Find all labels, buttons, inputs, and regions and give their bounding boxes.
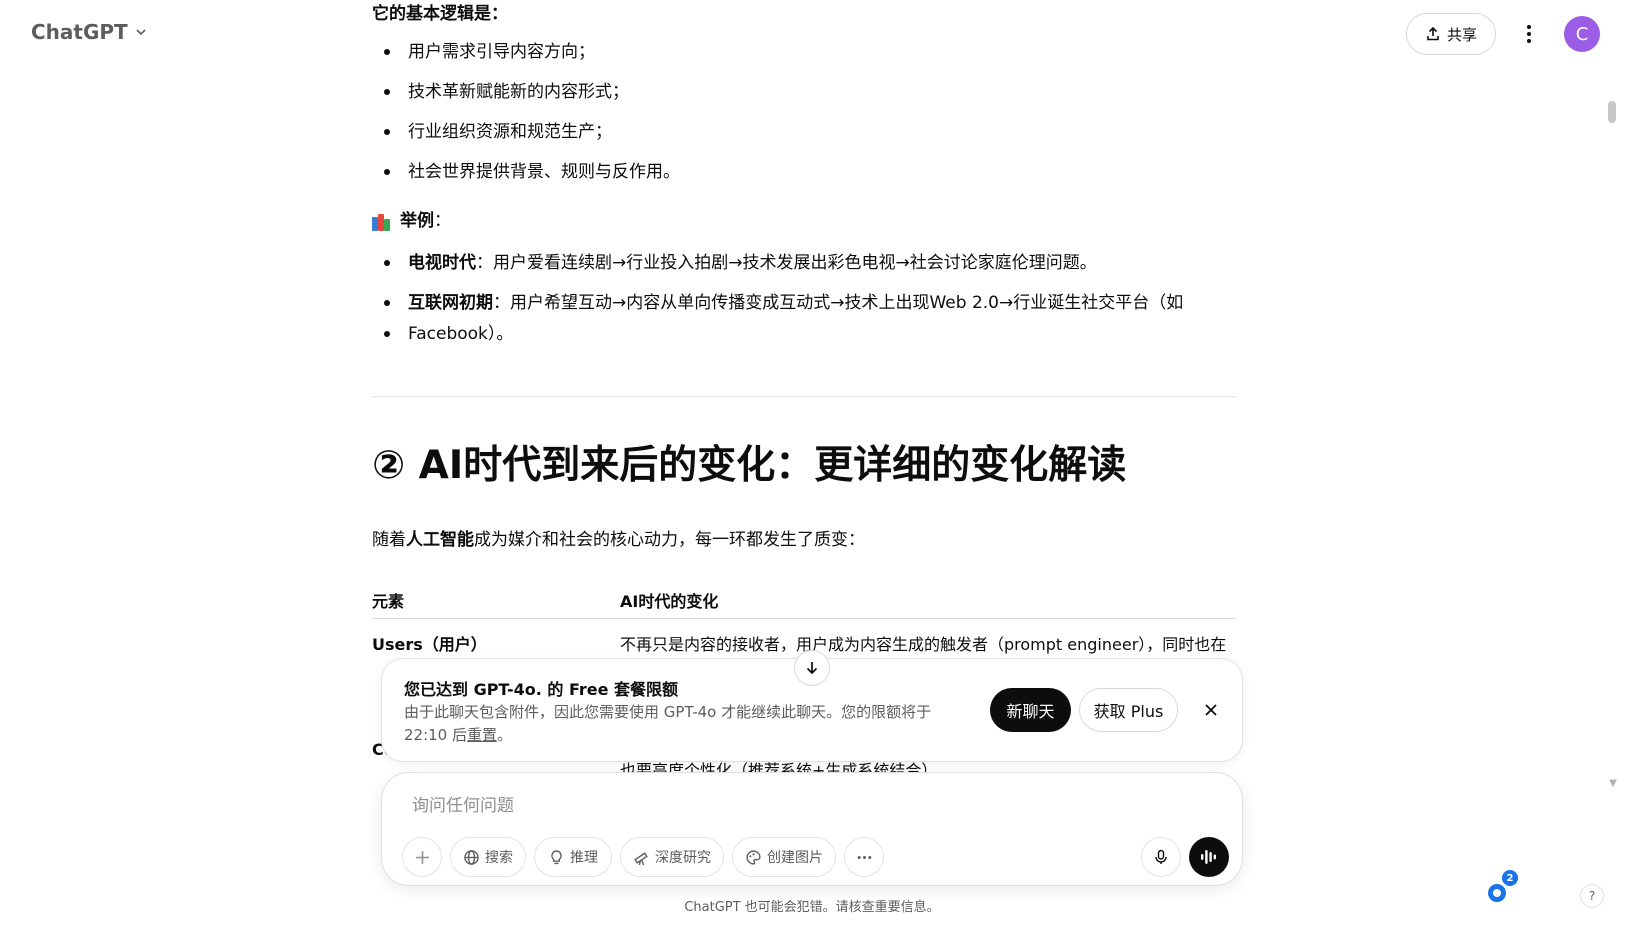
lightbulb-icon: [551, 849, 562, 864]
new-chat-button[interactable]: 新聊天: [990, 688, 1071, 732]
intro-bold: 人工智能: [406, 530, 474, 550]
avatar[interactable]: C: [1564, 16, 1600, 52]
help-button[interactable]: ?: [1580, 884, 1604, 908]
intro-paragraph: 随着人工智能成为媒介和社会的核心动力，每一环都发生了质变：: [372, 524, 865, 556]
close-banner-button[interactable]: [1199, 698, 1223, 722]
telescope-icon: [634, 851, 648, 865]
disclaimer: ChatGPT 也可能会犯错。请核查重要信息。: [684, 900, 940, 915]
globe-icon: [464, 849, 479, 865]
chevron-down-icon: [136, 29, 146, 36]
scroll-arrow-down-icon[interactable]: ▼: [1606, 778, 1620, 792]
composer: 搜索 推理 深度研究 创建图片: [381, 772, 1243, 886]
search-tool-button[interactable]: 搜索: [450, 837, 526, 877]
table-header-change: AI时代的变化: [620, 592, 719, 611]
close-icon: [1205, 704, 1217, 716]
list-item: 行业组织资源和规范生产；: [372, 116, 1236, 148]
example-text: ：用户爱看连续剧→行业投入拍剧→技术发展出彩色电视→社会讨论家庭伦理问题。: [476, 253, 1097, 273]
section-title: ② AI时代到来后的变化：更详细的变化解读: [372, 443, 1127, 488]
more-horizontal-icon: [857, 855, 871, 859]
list-item-continued: Facebook）。: [372, 318, 1236, 350]
list-item: 技术革新赋能新的内容形式；: [372, 76, 1236, 108]
limit-title: 您已达到 GPT-4o. 的 Free 套餐限额: [404, 680, 679, 699]
intro-post: 成为媒介和社会的核心动力，每一环都发生了质变：: [474, 530, 865, 550]
example-bold: 互联网初期: [408, 293, 493, 313]
scroll-to-bottom-button[interactable]: [794, 650, 830, 686]
share-label: 共享: [1446, 25, 1477, 44]
create-image-label: 创建图片: [767, 850, 823, 866]
share-icon: [1427, 26, 1439, 41]
voice-mode-button[interactable]: [1189, 837, 1229, 877]
divider: [372, 396, 1236, 397]
table-divider: [372, 618, 1236, 619]
palette-icon: [746, 849, 761, 865]
plus-icon: [415, 850, 429, 864]
list-item: 社会世界提供背景、规则与反作用。: [372, 156, 1236, 188]
example-bold: 电视时代: [408, 253, 476, 273]
more-tools-button[interactable]: [844, 837, 884, 877]
attach-button[interactable]: [402, 837, 442, 877]
deep-research-label: 深度研究: [655, 850, 711, 866]
example-text-2: Facebook）。: [408, 324, 514, 344]
get-plus-button[interactable]: 获取 Plus: [1079, 688, 1178, 732]
microphone-icon: [1155, 849, 1167, 864]
reason-tool-button[interactable]: 推理: [534, 837, 612, 877]
prompt-input[interactable]: [412, 791, 1112, 821]
model-selector[interactable]: ChatGPT: [31, 20, 148, 44]
app-title: ChatGPT: [31, 20, 128, 44]
dictate-button[interactable]: [1141, 837, 1181, 877]
list-item: 电视时代：用户爱看连续剧→行业投入拍剧→技术发展出彩色电视→社会讨论家庭伦理问题…: [372, 247, 1236, 279]
table-header-element: 元素: [372, 592, 405, 611]
books-icon: [372, 213, 392, 231]
intro-pre: 随着: [372, 530, 406, 550]
table-cell: Users（用户）: [372, 635, 487, 654]
logic-heading: 它的基本逻辑是：: [372, 4, 508, 24]
limit-text: 由于此聊天包含附件，因此您需要使用 GPT-4o 才能继续此聊天。您的限额将于 …: [404, 701, 949, 747]
scrollbar-thumb[interactable]: [1608, 101, 1616, 123]
more-options-button[interactable]: [1514, 18, 1544, 50]
example-label-text: 举例: [400, 211, 434, 231]
list-item: 互联网初期：用户希望互动→内容从单向传播变成互动式→技术上出现Web 2.0→行…: [372, 287, 1236, 319]
list-item: 用户需求引导内容方向；: [372, 36, 1236, 68]
waveform-icon: [1201, 850, 1216, 864]
create-image-button[interactable]: 创建图片: [732, 837, 836, 877]
limit-text-end: 。: [497, 726, 513, 744]
arrow-down-icon: [806, 662, 818, 675]
notification-badge: 2: [1502, 870, 1518, 886]
example-text: ：用户希望互动→内容从单向传播变成互动式→技术上出现Web 2.0→行业诞生社交…: [493, 293, 1184, 313]
example-colon: ：: [434, 211, 451, 231]
search-tool-label: 搜索: [485, 850, 513, 866]
reason-tool-label: 推理: [570, 850, 598, 866]
table-cell: 不再只是内容的接收者，用户成为内容生成的触发者（prompt engineer）…: [620, 635, 1227, 654]
more-vertical-icon: [1527, 25, 1531, 43]
example-label: 举例：: [372, 208, 451, 235]
reset-link[interactable]: 重置: [467, 726, 497, 744]
share-button[interactable]: 共享: [1406, 13, 1496, 55]
deep-research-button[interactable]: 深度研究: [620, 837, 724, 877]
